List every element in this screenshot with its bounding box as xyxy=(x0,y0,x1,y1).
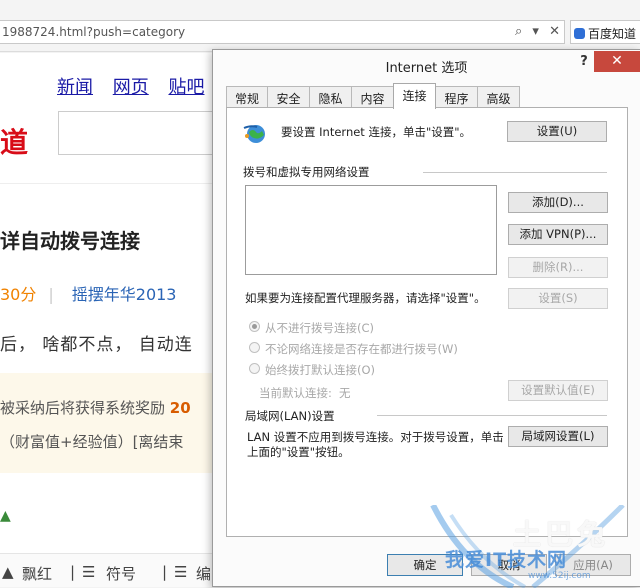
dialog-titlebar[interactable]: Internet 选项 ? ✕ xyxy=(213,50,640,78)
add-vpn-button[interactable]: 添加 VPN(P)... xyxy=(508,224,608,245)
question-meta: 30分 | 摇摆年华2013 xyxy=(0,281,177,305)
lan-description-2: 上面的"设置"按钮。 xyxy=(247,445,350,459)
browser-toolbar: 1988724.html?push=category ⌕ ▾ ✕ 百度知道 - xyxy=(0,0,640,52)
close-button[interactable]: ✕ xyxy=(594,51,640,72)
toolbar-sep-2: | xyxy=(162,563,168,581)
lan-description-1: LAN 设置不应用到拨号连接。对于拨号设置，单击 xyxy=(247,430,504,444)
radio-dial-when-no-network[interactable] xyxy=(249,342,260,353)
highlight-icon: ▲ xyxy=(2,563,14,581)
toolbar-symbol[interactable]: 符号 xyxy=(106,563,136,584)
radio-dial-when-no-network-label: 不论网络连接是否存在都进行拨号(W) xyxy=(265,342,458,356)
question-body: 后， 啥都不点， 自动连 xyxy=(0,335,193,355)
radio-always-dial[interactable] xyxy=(249,363,260,374)
award-line-1: 被采纳后将获得系统奖励 20 xyxy=(0,399,191,417)
lan-section-divider xyxy=(377,415,607,416)
setup-button[interactable]: 设置(U) xyxy=(507,121,607,142)
toolbar-edit[interactable]: 编 xyxy=(196,563,211,584)
default-connection-value: 无 xyxy=(339,386,351,400)
tab-connections[interactable]: 连接 xyxy=(393,83,436,109)
browser-tab-label: 百度知道 - xyxy=(588,27,640,41)
search-icon[interactable]: ⌕ xyxy=(515,24,522,39)
connections-panel: 要设置 Internet 连接，单击"设置"。 设置(U) 拨号和虚拟专用网络设… xyxy=(226,107,628,537)
caret-icon: ▲ xyxy=(0,508,11,524)
question-title: 详自动拨号连接 xyxy=(0,229,140,253)
apply-button[interactable]: 应用(A) xyxy=(555,554,631,576)
lan-section-heading: 局域网(LAN)设置 xyxy=(245,409,335,423)
nav-link-news[interactable]: 新闻 xyxy=(57,77,93,98)
toolbar-highlight[interactable]: 飘红 xyxy=(22,563,52,584)
remove-button[interactable]: 删除(R)... xyxy=(508,257,608,278)
baidu-paw-icon xyxy=(574,28,585,39)
tab-programs[interactable]: 程序 xyxy=(435,86,478,108)
ok-button[interactable]: 确定 xyxy=(387,554,463,576)
connections-listbox[interactable] xyxy=(245,185,497,275)
close-icon[interactable]: ✕ xyxy=(549,24,560,39)
nav-link-web[interactable]: 网页 xyxy=(113,77,149,98)
tab-privacy[interactable]: 隐私 xyxy=(309,86,352,108)
internet-options-dialog: Internet 选项 ? ✕ 常规 安全 隐私 内容 连接 程序 高级 要设置… xyxy=(212,49,640,588)
nav-link-tieba[interactable]: 贴吧 xyxy=(168,77,204,98)
setup-description: 要设置 Internet 连接，单击"设置"。 xyxy=(281,125,472,139)
add-button[interactable]: 添加(D)... xyxy=(508,192,608,213)
proxy-description: 如果要为连接配置代理服务器，请选择"设置"。 xyxy=(245,291,486,305)
proxy-settings-button[interactable]: 设置(S) xyxy=(508,288,608,309)
section-divider xyxy=(423,172,607,173)
tab-advanced[interactable]: 高级 xyxy=(477,86,520,108)
tab-security[interactable]: 安全 xyxy=(267,86,310,108)
search-input[interactable] xyxy=(58,111,228,155)
radio-always-dial-label: 始终拨打默认连接(O) xyxy=(265,363,376,377)
tab-general[interactable]: 常规 xyxy=(226,86,268,108)
asker-link[interactable]: 摇摆年华2013 xyxy=(72,285,177,304)
set-default-button[interactable]: 设置默认值(E) xyxy=(508,380,608,401)
address-text[interactable]: 1988724.html?push=category xyxy=(2,25,185,39)
toolbar-sep: | xyxy=(70,563,76,581)
browser-tab[interactable]: 百度知道 - xyxy=(570,20,640,44)
award-amount: 20 xyxy=(169,399,191,417)
lan-settings-button[interactable]: 局域网设置(L) xyxy=(508,426,608,447)
address-bar[interactable]: 1988724.html?push=category ⌕ ▾ ✕ xyxy=(0,20,565,44)
help-button[interactable]: ? xyxy=(575,54,593,72)
globe-icon xyxy=(243,125,265,143)
cancel-button[interactable]: 取消 xyxy=(471,554,547,576)
list-icon: ☰ xyxy=(82,563,96,581)
list-icon-2: ☰ xyxy=(174,563,188,581)
dropdown-icon[interactable]: ▾ xyxy=(532,24,539,39)
logo[interactable]: 道 xyxy=(0,121,28,161)
radio-never-dial[interactable] xyxy=(249,321,260,332)
tab-content[interactable]: 内容 xyxy=(351,86,394,108)
reward-score: 30分 xyxy=(0,285,37,304)
top-nav: 新闻 网页 贴吧 xyxy=(57,73,218,99)
meta-separator: | xyxy=(48,285,54,304)
default-connection-label: 当前默认连接: xyxy=(259,386,332,400)
radio-never-dial-label: 从不进行拨号连接(C) xyxy=(265,321,375,335)
dial-section-heading: 拨号和虚拟专用网络设置 xyxy=(243,165,370,179)
award-line-2: （财富值+经验值）[离结束 xyxy=(0,433,184,451)
